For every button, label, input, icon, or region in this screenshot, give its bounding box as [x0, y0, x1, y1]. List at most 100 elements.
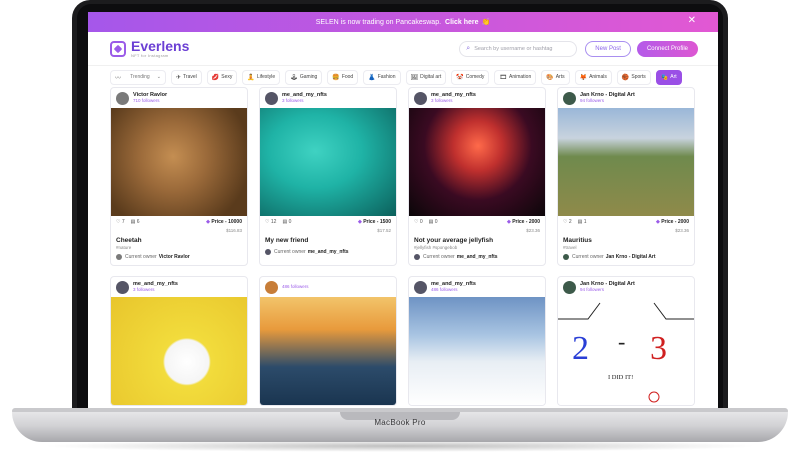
category-travel[interactable]: ✈ Travel: [171, 69, 202, 85]
nft-image[interactable]: [111, 108, 247, 216]
score-left: 2: [572, 330, 589, 367]
card-header: me_and_my_nfts 3 followers: [111, 277, 247, 297]
person-icon: 🧘: [247, 74, 255, 81]
avatar[interactable]: [116, 280, 129, 294]
ball-icon: 🏀: [621, 74, 630, 81]
category-label: Sexy: [221, 74, 233, 80]
nft-card[interactable]: me_and_my_nfts 3 followers ♡ 0 ▤ 0 ◆ Price -…: [408, 87, 546, 266]
score-dash: -: [618, 329, 625, 354]
follower-count: 94 followers: [580, 98, 605, 103]
category-label: Animals: [589, 74, 607, 80]
category-label: Food: [341, 74, 354, 80]
card-stats: ♡ 12 ▤ 0 ◆ Price - 1500: [260, 216, 396, 228]
brand[interactable]: Everlens NFT for Instagram: [131, 39, 189, 58]
category-label: Arts: [555, 74, 565, 80]
comments[interactable]: ▤ 6: [131, 219, 140, 225]
owner-name[interactable]: Victor Ravlor: [159, 254, 190, 260]
category-sexy[interactable]: 💋 Sexy: [206, 69, 238, 85]
avatar[interactable]: [563, 280, 576, 294]
likes[interactable]: ♡ 12: [265, 219, 276, 225]
nft-image[interactable]: 2 -3 I DID IT!: [558, 297, 694, 405]
follower-count: 3 followers: [133, 287, 155, 292]
nft-image[interactable]: [558, 108, 694, 216]
comments[interactable]: ▤ 0: [282, 219, 291, 225]
likes[interactable]: ♡ 0: [414, 219, 423, 225]
app-screen: SELEN is now trading on Pancakeswap. Cli…: [88, 12, 718, 408]
card-header: Jan Krno - Digital Art 94 followers: [558, 88, 694, 108]
lips-icon: 💋: [211, 74, 220, 81]
owner-name[interactable]: me_and_my_nfts: [457, 254, 498, 260]
search-input[interactable]: ⌕ Search by username or hashtag: [459, 40, 578, 57]
owner-label: Current owner: [274, 249, 306, 255]
avatar[interactable]: [414, 91, 427, 105]
nft-card[interactable]: me_and_my_nfts 486 followers: [408, 276, 546, 406]
clap-icon: 👏: [481, 19, 491, 26]
drawing-svg: 2 -3 I DID IT!: [558, 302, 694, 403]
category-art[interactable]: 🎭 Art: [655, 69, 682, 85]
nft-card[interactable]: me_and_my_nfts 3 followers: [110, 276, 248, 406]
palette-icon: 🖼: [410, 74, 419, 81]
new-post-button[interactable]: New Post: [585, 40, 631, 57]
price: ◆ Price - 2000: [655, 219, 689, 225]
avatar[interactable]: [116, 91, 129, 105]
card-header: Jan Krno - Digital Art 94 followers: [558, 277, 694, 297]
follower-count: 486 followers: [282, 284, 309, 289]
close-icon[interactable]: ✕: [688, 16, 696, 26]
comments[interactable]: ▤ 1: [578, 219, 587, 225]
follower-count: 3 followers: [431, 98, 453, 103]
nft-title[interactable]: Mauritius: [558, 233, 694, 244]
nft-title[interactable]: My new friend: [260, 233, 396, 244]
avatar[interactable]: [414, 280, 427, 294]
nft-card[interactable]: 486 followers: [259, 276, 397, 406]
owner-avatar: [414, 254, 420, 260]
category-label: Fashion: [377, 74, 396, 80]
likes[interactable]: ♡ 7: [116, 219, 125, 225]
current-owner: Current owner me_and_my_nfts: [260, 245, 396, 260]
nft-card[interactable]: me_and_my_nfts 3 followers ♡ 12 ▤ 0 ◆ Price …: [259, 87, 397, 266]
nft-title[interactable]: Cheetah: [111, 233, 247, 244]
nft-card[interactable]: Jan Krno - Digital Art 94 followers ♡ 2 ▤ 1…: [557, 87, 695, 266]
category-comedy[interactable]: 🤡 Comedy: [451, 69, 490, 85]
nft-image[interactable]: [409, 108, 545, 216]
paw-icon: 🦊: [579, 74, 588, 81]
likes[interactable]: ♡ 2: [563, 219, 572, 225]
nft-title[interactable]: Not your average jellyfish: [409, 233, 545, 244]
comments[interactable]: ▤ 0: [429, 219, 438, 225]
owner-label: Current owner: [572, 254, 604, 260]
owner-name[interactable]: Jan Krno - Digital Art: [606, 254, 656, 260]
current-owner: Current owner me_and_my_nfts: [409, 250, 545, 265]
follower-count: 710 followers: [133, 98, 160, 103]
owner-name[interactable]: me_and_my_nfts: [308, 249, 349, 255]
category-food[interactable]: 🍔 Food: [327, 69, 359, 85]
brand-tagline: NFT for Instagram: [131, 53, 169, 58]
category-label: Gaming: [299, 74, 318, 80]
owner-avatar: [265, 249, 271, 255]
category-lifestyle[interactable]: 🧘 Lifestyle: [242, 69, 281, 85]
category-sports[interactable]: 🏀 Sports: [616, 69, 651, 85]
nft-image[interactable]: [260, 108, 396, 216]
airplane-icon: ✈: [176, 74, 182, 81]
card-stats: ♡ 2 ▤ 1 ◆ Price - 2000: [558, 216, 694, 228]
nft-image[interactable]: [409, 297, 545, 405]
nft-card[interactable]: Victor Ravlor 710 followers ♡ 7 ▤ 6 ◆ Price …: [110, 87, 248, 266]
category-fashion[interactable]: 👗 Fashion: [363, 69, 401, 85]
owner-label: Current owner: [125, 254, 157, 260]
avatar[interactable]: [563, 91, 576, 105]
category-label: Art: [670, 74, 677, 80]
banner-link[interactable]: Click here: [445, 19, 478, 26]
category-animals[interactable]: 🦊 Animals: [574, 69, 612, 85]
everlens-logo-icon[interactable]: [110, 40, 126, 57]
connect-profile-button[interactable]: Connect Profile: [636, 40, 698, 57]
avatar[interactable]: [265, 91, 278, 105]
nft-image[interactable]: [111, 297, 247, 405]
current-owner: Current owner Jan Krno - Digital Art: [558, 250, 694, 265]
category-animation[interactable]: 🎞 Animation: [494, 69, 537, 85]
nft-card[interactable]: Jan Krno - Digital Art 94 followers 2 -3 I D…: [557, 276, 695, 406]
category-gaming[interactable]: 🕹 Gaming: [285, 69, 323, 85]
nft-image[interactable]: [260, 297, 396, 405]
category-digital-art[interactable]: 🖼 Digital art: [405, 69, 447, 85]
category-trending[interactable]: 〰 Trending ⌄: [110, 69, 166, 85]
category-arts[interactable]: 🎨 Arts: [541, 69, 570, 85]
price: ◆ Price - 10000: [206, 219, 242, 225]
avatar[interactable]: [265, 280, 278, 294]
